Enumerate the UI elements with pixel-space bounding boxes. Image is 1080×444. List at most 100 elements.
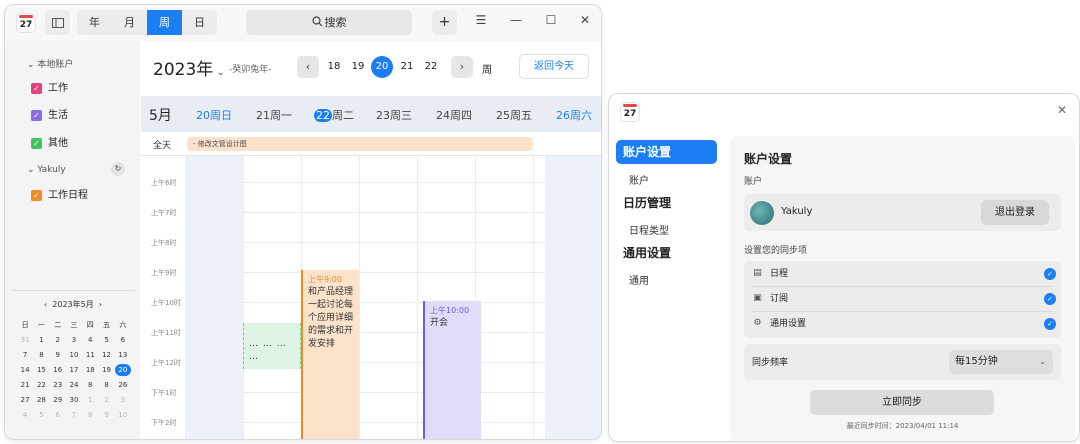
checkmark-icon[interactable]: ✓ (1044, 268, 1056, 280)
mini-calendar-day[interactable]: 4 (82, 334, 98, 346)
calendar-item-life[interactable]: ✓ 生活 (31, 109, 68, 123)
minimize-button[interactable]: — (506, 13, 526, 27)
logout-button[interactable]: 退出登录 (981, 200, 1049, 225)
mini-calendar-day[interactable]: 8 (98, 379, 114, 391)
search-input[interactable]: 搜索 (246, 10, 412, 35)
nav-general[interactable]: 通用 (629, 272, 649, 287)
mini-calendar-day[interactable]: 8 (82, 409, 98, 421)
day-header[interactable]: 26周六 (545, 107, 601, 123)
day-header[interactable]: 22 周二 (305, 107, 363, 123)
week-day-18[interactable]: 18 (323, 61, 345, 72)
mini-calendar-day[interactable]: 3 (115, 394, 131, 406)
prev-week-button[interactable]: ‹ (297, 56, 319, 78)
tab-day[interactable]: 日 (182, 10, 217, 35)
calendar-event-tuesday[interactable]: 上午9:00 和产品经理一起讨论每个应用详细的需求和开发安排 (301, 270, 359, 439)
nav-account[interactable]: 账户 (629, 172, 649, 187)
mini-calendar-day[interactable]: 10 (115, 409, 131, 421)
mini-calendar-day[interactable]: 29 (50, 394, 66, 406)
week-day-20-selected[interactable]: 20 (371, 56, 393, 78)
mini-calendar-day[interactable]: 24 (66, 379, 82, 391)
week-day-21[interactable]: 21 (396, 61, 418, 72)
week-day-22[interactable]: 22 (420, 61, 442, 72)
mini-calendar-day[interactable]: 21 (17, 379, 33, 391)
checkbox-checked-icon[interactable]: ✓ (31, 82, 42, 94)
sidebar-toggle-button[interactable] (45, 10, 70, 35)
refresh-icon[interactable]: ↻ (111, 162, 125, 176)
sync-item-subscription[interactable]: ▣ 订阅 ✓ (752, 287, 1056, 311)
sync-now-button[interactable]: 立即同步 (810, 390, 994, 415)
close-button[interactable]: ✕ (575, 13, 595, 27)
day-header[interactable]: 20周日 (185, 107, 243, 123)
day-header[interactable]: 23周三 (365, 107, 423, 123)
mini-calendar-day[interactable]: 9 (50, 349, 66, 361)
calendar-item-other[interactable]: ✓ 其他 (31, 137, 68, 151)
nav-schedule-type[interactable]: 日程类型 (629, 222, 669, 237)
tab-week[interactable]: 周 (147, 10, 182, 35)
menu-button[interactable]: ☰ (471, 13, 491, 27)
year-label[interactable]: 2023年 ⌄ (153, 55, 225, 80)
week-day-19[interactable]: 19 (347, 61, 369, 72)
add-event-button[interactable]: + (432, 10, 457, 35)
local-account-header[interactable]: ⌄ 本地账户 (27, 57, 73, 70)
nav-general-settings[interactable]: 通用设置 (623, 244, 671, 261)
sync-frequency-select[interactable]: 每15分钟 ⌄ (949, 350, 1053, 374)
mini-calendar-day[interactable]: 6 (50, 409, 66, 421)
next-month-icon[interactable]: › (94, 300, 102, 309)
tab-year[interactable]: 年 (77, 10, 112, 35)
mini-calendar-day[interactable]: 10 (66, 349, 82, 361)
mini-calendar-day[interactable]: 16 (50, 364, 66, 376)
mini-calendar-day[interactable]: 23 (50, 379, 66, 391)
next-week-button[interactable]: › (451, 56, 473, 78)
mini-calendar-day[interactable]: 8 (82, 379, 98, 391)
mini-calendar-day[interactable]: 19 (98, 364, 114, 376)
mini-calendar-day[interactable]: 7 (66, 409, 82, 421)
mini-calendar-day[interactable]: 20 (114, 364, 131, 376)
sync-item-schedule[interactable]: ▤ 日程 ✓ (752, 262, 1056, 286)
mini-calendar-day[interactable]: 26 (115, 379, 131, 391)
mini-calendar-day[interactable]: 22 (33, 379, 49, 391)
checkbox-checked-icon[interactable]: ✓ (31, 189, 42, 201)
mini-calendar-day[interactable]: 12 (98, 349, 114, 361)
close-icon[interactable]: ✕ (1057, 103, 1067, 117)
calendar-event-thursday[interactable]: 上午10:00 开会 (423, 301, 481, 439)
mini-calendar-day[interactable]: 5 (33, 409, 49, 421)
mini-calendar-day[interactable]: 30 (66, 394, 82, 406)
mini-calendar-day[interactable]: 2 (98, 394, 114, 406)
mini-calendar-day[interactable]: 18 (82, 364, 98, 376)
mini-calendar-day[interactable]: 8 (33, 349, 49, 361)
mini-calendar-day[interactable]: 2 (50, 334, 66, 346)
remote-account-header[interactable]: ⌄ Yakuly (27, 165, 66, 175)
mini-calendar-day[interactable]: 5 (98, 334, 114, 346)
mini-calendar-day[interactable]: 7 (17, 349, 33, 361)
sync-item-general[interactable]: ⚙ 通用设置 ✓ (752, 312, 1056, 336)
mini-calendar-day[interactable]: 14 (17, 364, 33, 376)
mini-calendar-day[interactable]: 13 (115, 349, 131, 361)
back-to-today-button[interactable]: 返回今天 (519, 54, 589, 79)
calendar-event-monday[interactable]: … … … … (243, 323, 301, 369)
mini-calendar-day[interactable]: 3 (66, 334, 82, 346)
mini-calendar-day[interactable]: 9 (98, 409, 114, 421)
mini-calendar-day[interactable]: 15 (33, 364, 49, 376)
mini-calendar-day[interactable]: 11 (82, 349, 98, 361)
checkbox-checked-icon[interactable]: ✓ (31, 109, 42, 121)
calendar-item-work[interactable]: ✓ 工作 (31, 82, 68, 96)
mini-calendar-day[interactable]: 17 (66, 364, 82, 376)
mini-calendar-day[interactable]: 27 (17, 394, 33, 406)
checkbox-checked-icon[interactable]: ✓ (31, 137, 42, 149)
nav-calendar-management[interactable]: 日历管理 (623, 194, 671, 211)
day-header[interactable]: 21周一 (245, 107, 303, 123)
mini-calendar-day[interactable]: 6 (115, 334, 131, 346)
tab-month[interactable]: 月 (112, 10, 147, 35)
calendar-item-work-schedule[interactable]: ✓ 工作日程 (31, 189, 88, 203)
mini-calendar-day[interactable]: 28 (33, 394, 49, 406)
day-header[interactable]: 25周五 (485, 107, 543, 123)
mini-calendar-day[interactable]: 4 (17, 409, 33, 421)
all-day-event[interactable]: - 修改文管设计图 (187, 137, 533, 151)
maximize-button[interactable]: ☐ (541, 13, 561, 27)
mini-calendar-day[interactable]: 1 (33, 334, 49, 346)
mini-calendar-day[interactable]: 1 (82, 394, 98, 406)
checkmark-icon[interactable]: ✓ (1044, 318, 1056, 330)
nav-account-settings[interactable]: 账户设置 (616, 140, 717, 164)
day-header[interactable]: 24周四 (425, 107, 483, 123)
checkmark-icon[interactable]: ✓ (1044, 293, 1056, 305)
